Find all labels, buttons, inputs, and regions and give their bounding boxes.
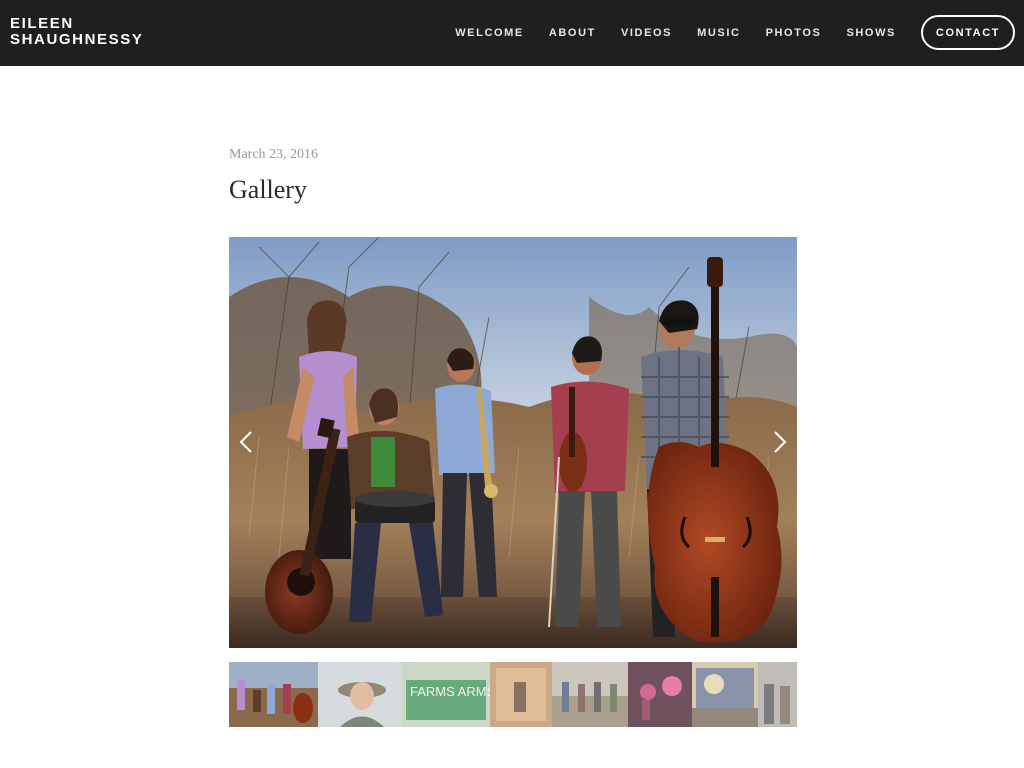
logo-line-1: EILEEN [10, 15, 74, 32]
thumbnail-6[interactable] [628, 662, 692, 727]
contact-button[interactable]: CONTACT [921, 15, 1015, 50]
main-nav: WELCOME ABOUT VIDEOS MUSIC PHOTOS SHOWS [430, 0, 896, 66]
site-logo[interactable]: EILEEN SHAUGHNESSY [10, 16, 143, 48]
page-title: Gallery [229, 175, 307, 204]
post-date: March 23, 2016 [229, 147, 319, 162]
gallery-main-photo [229, 237, 797, 648]
nav-item-photos[interactable]: PHOTOS [766, 27, 822, 39]
gallery-next-button[interactable] [765, 427, 795, 457]
nav-item-welcome[interactable]: WELCOME [455, 27, 524, 39]
gallery-slideshow[interactable] [229, 237, 797, 648]
gallery-thumbnails: FARMS ARMS [229, 662, 797, 727]
thumbnail-3[interactable]: FARMS ARMS [402, 662, 490, 727]
chevron-left-icon [239, 431, 252, 453]
gallery-prev-button[interactable] [231, 427, 261, 457]
logo-line-2: SHAUGHNESSY [10, 31, 144, 48]
thumbnail-8[interactable] [758, 662, 797, 727]
thumbnail-7[interactable] [692, 662, 758, 727]
nav-item-music[interactable]: MUSIC [697, 27, 740, 39]
thumbnail-5[interactable] [552, 662, 628, 727]
nav-item-videos[interactable]: VIDEOS [621, 27, 672, 39]
chevron-right-icon [774, 431, 787, 453]
thumbnail-3-sign-text: FARMS ARMS [410, 684, 490, 699]
thumbnail-1[interactable] [229, 662, 318, 727]
site-header: EILEEN SHAUGHNESSY WELCOME ABOUT VIDEOS … [0, 0, 1024, 66]
nav-item-about[interactable]: ABOUT [549, 27, 596, 39]
thumbnail-4[interactable] [490, 662, 552, 727]
thumbnail-2[interactable] [318, 662, 402, 727]
nav-item-shows[interactable]: SHOWS [846, 27, 896, 39]
